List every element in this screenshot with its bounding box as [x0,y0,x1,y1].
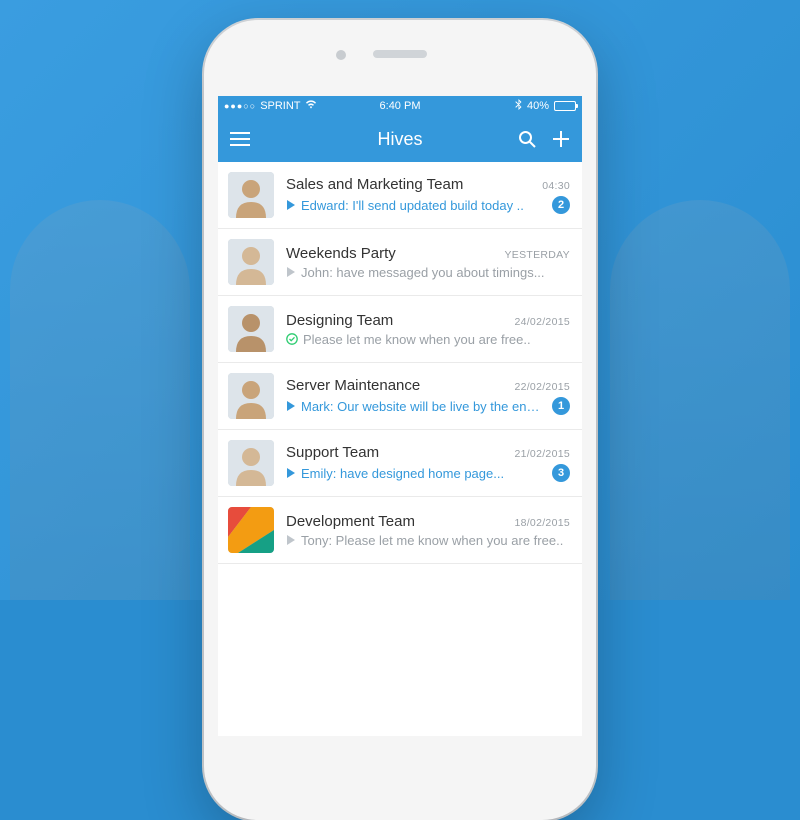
chat-timestamp: 22/02/2015 [514,381,570,393]
chat-row[interactable]: Support Team 21/02/2015 Emily: have design… [218,430,582,497]
play-icon [286,535,296,545]
avatar [228,507,274,553]
unread-badge: 1 [552,397,570,415]
chat-row[interactable]: Designing Team 24/02/2015 Please let me kn… [218,296,582,363]
battery-pct-label: 40% [527,100,549,112]
avatar [228,306,274,352]
chat-timestamp: YESTERDAY [504,249,570,261]
status-bar: ●●●○○ SPRINT 6:40 PM 40% [218,96,582,116]
chat-content: Designing Team 24/02/2015 Please let me kn… [286,312,570,347]
chat-content: Support Team 21/02/2015 Emily: have design… [286,444,570,482]
chat-content: Server Maintenance 22/02/2015 Mark: Our we… [286,377,570,415]
chat-timestamp: 24/02/2015 [514,316,570,328]
chat-preview: Mark: Our website will be live by the en… [301,399,544,414]
unread-badge: 2 [552,196,570,214]
page-title: Hives [296,129,504,150]
hamburger-icon [230,132,250,146]
nav-bar: Hives [218,116,582,162]
chat-preview: Emily: have designed home page... [301,466,544,481]
screen: ●●●○○ SPRINT 6:40 PM 40% Hives [218,96,582,736]
chat-title: Designing Team [286,312,506,329]
search-button[interactable] [518,130,536,148]
chat-preview: John: have messaged you about timings... [301,265,570,280]
chat-row[interactable]: Sales and Marketing Team 04:30 Edward: I'l… [218,162,582,229]
search-icon [518,130,536,148]
bluetooth-icon [515,99,522,113]
avatar [228,440,274,486]
play-icon [286,401,296,411]
chat-row[interactable]: Weekends Party YESTERDAY John: have messag… [218,229,582,296]
carrier-label: SPRINT [260,100,300,112]
signal-dots-icon: ●●●○○ [224,101,256,111]
plus-icon [552,130,570,148]
chat-title: Support Team [286,444,506,461]
play-icon [286,267,296,277]
menu-button[interactable] [230,132,250,146]
add-button[interactable] [552,130,570,148]
chat-timestamp: 21/02/2015 [514,448,570,460]
chat-content: Sales and Marketing Team 04:30 Edward: I'l… [286,176,570,214]
chat-title: Sales and Marketing Team [286,176,534,193]
avatar [228,172,274,218]
chat-content: Weekends Party YESTERDAY John: have messag… [286,245,570,280]
wifi-icon [305,100,317,112]
play-icon [286,468,296,478]
battery-icon [554,101,576,111]
phone-frame: ●●●○○ SPRINT 6:40 PM 40% Hives [204,20,596,820]
play-icon [286,200,296,210]
chat-preview: Please let me know when you are free.. [303,332,570,347]
chat-content: Development Team 18/02/2015 Tony: Please l… [286,513,570,548]
chat-title: Weekends Party [286,245,496,262]
chat-row[interactable]: Server Maintenance 22/02/2015 Mark: Our we… [218,363,582,430]
status-time: 6:40 PM [380,100,421,112]
chat-preview: Edward: I'll send updated build today .. [301,198,544,213]
chat-row[interactable]: Development Team 18/02/2015 Tony: Please l… [218,497,582,564]
chat-preview: Tony: Please let me know when you are fr… [301,533,570,548]
avatar [228,373,274,419]
chat-title: Development Team [286,513,506,530]
chat-title: Server Maintenance [286,377,506,394]
chat-timestamp: 18/02/2015 [514,517,570,529]
chat-timestamp: 04:30 [542,180,570,192]
delivered-check-icon [286,333,298,345]
avatar [228,239,274,285]
chat-list: Sales and Marketing Team 04:30 Edward: I'l… [218,162,582,564]
unread-badge: 3 [552,464,570,482]
